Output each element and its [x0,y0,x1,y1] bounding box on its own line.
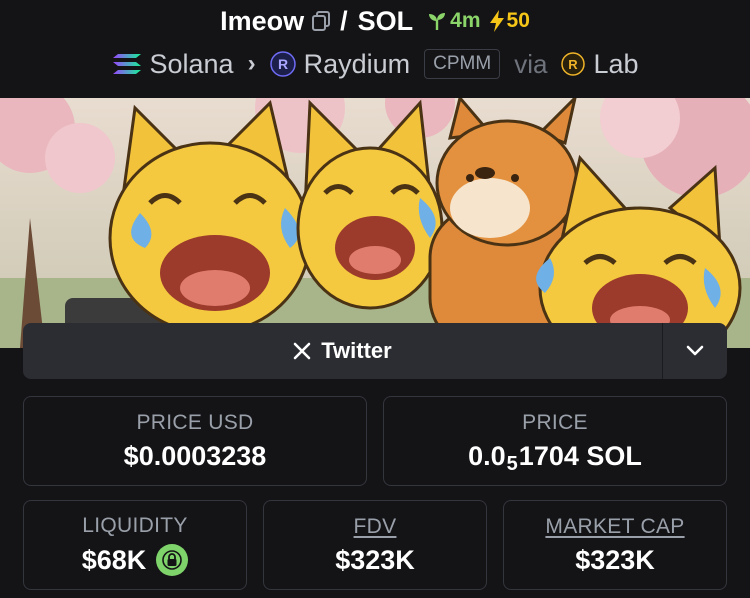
more-links-button[interactable] [662,323,727,379]
raydium-icon: R [269,51,296,77]
fdv-value: $323K [335,544,415,575]
market-cap-label[interactable]: MARKET CAP [545,515,684,539]
price-zero-count: 5 [506,452,518,475]
svg-text:R: R [569,57,579,72]
liquidity-value: $68K [81,544,147,575]
age-text: 4m [450,9,481,32]
pool-type-badge: CPMM [424,49,501,79]
twitter-label: Twitter [321,338,392,363]
market-cap-card: MARKET CAP $323K [503,500,727,590]
liquidity-label: LIQUIDITY [82,514,188,537]
lock-icon[interactable] [156,544,189,576]
dex-link[interactable]: Raydium [304,49,411,80]
quote-token: SOL [357,5,414,36]
title-row: Imeow / SOL 4m 50 [220,4,530,38]
token-name: Imeow [220,5,305,36]
price-native-label: PRICE [522,410,588,434]
price-usd-card: PRICE USD $0.0003238 [23,396,367,486]
social-links-bar: Twitter [23,323,727,379]
price-native-value: 0.0 5 1704 SOL [468,440,642,475]
pair-age: 4m [427,9,481,33]
launchpad-link[interactable]: Lab [593,49,638,80]
price-usd-value: $0.0003238 [123,440,267,471]
liquidity-card: LIQUIDITY $68K [23,500,247,590]
fdv-card: FDV $323K [263,500,487,590]
market-cap-value: $323K [575,544,655,575]
token-banner-image [0,98,750,348]
launchpad-icon: R [561,52,586,76]
fdv-label[interactable]: FDV [354,515,397,539]
lightning-icon [489,10,504,32]
boost-count[interactable]: 50 [489,9,530,33]
breadcrumb: Solana › R Raydium CPMM via R Lab [112,44,639,84]
pair-separator: / [340,5,348,36]
chevron-down-icon [686,345,704,356]
price-native-card: PRICE 0.0 5 1704 SOL [383,396,727,486]
solana-icon [112,54,141,74]
liquidity-row: $68K [82,544,189,576]
chevron-right-icon: › [247,50,256,77]
boost-text: 50 [506,9,530,32]
via-text: via [514,48,548,79]
copy-icon[interactable] [312,11,331,31]
price-prefix: 0.0 [468,440,506,471]
token-header: Imeow / SOL 4m 50 Solana › R Raydium CPM… [0,0,750,98]
price-rest: 1704 SOL [518,440,642,471]
price-usd-label: PRICE USD [136,410,254,434]
svg-text:R: R [278,56,288,72]
seedling-icon [429,13,446,30]
x-logo-icon [293,342,311,360]
twitter-button[interactable]: Twitter [23,323,662,379]
chain-link[interactable]: Solana [150,49,234,80]
